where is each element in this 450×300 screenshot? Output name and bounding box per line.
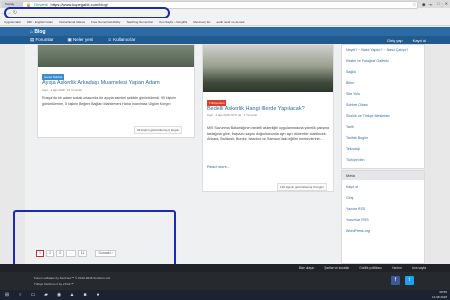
view-count: 136 kişinin görüntülemiş 0 bugün bbox=[277, 183, 327, 191]
post-title[interactable]: Ayışa Askerlik Arkadaşı Muamelesi Yapan … bbox=[42, 80, 192, 86]
site-logo-text: Blog bbox=[34, 29, 46, 35]
nav-members[interactable]: ☺ Kullanıcılar bbox=[107, 36, 135, 44]
header-auth-links: Giriş yap Kayıt ol bbox=[387, 38, 426, 43]
extension-icon[interactable]: ◐ bbox=[430, 2, 432, 7]
sidebar-link[interactable]: Neydi? ~ Nasıl Yapılır? ~ Nasıl Çalışır? bbox=[346, 48, 408, 52]
extension-icon[interactable]: ⬢ bbox=[422, 2, 426, 7]
header-nav-row: ▤ Forumlar ▣ Neler yeni ☺ Kullanıcılar bbox=[0, 36, 450, 44]
clock-date: 12.08.2018 bbox=[431, 294, 447, 299]
facebook-icon[interactable]: f bbox=[391, 276, 400, 285]
main-nav: ▤ Forumlar ▣ Neler yeni ☺ Kullanıcılar bbox=[30, 36, 135, 44]
post-card: Türkiye'den Bedelli Askerlik Hangi Iller… bbox=[202, 44, 334, 192]
meta-link[interactable]: Yazılar RSS bbox=[346, 207, 365, 211]
post-title[interactable]: Bedelli Askerlik Hangi Illerde Yapılacak… bbox=[207, 106, 329, 112]
sidebar-meta: Meta Kayıt ol Giriş Yazılar RSS Yorumlar… bbox=[341, 170, 425, 264]
nav-forums[interactable]: ▤ Forumlar bbox=[30, 36, 54, 44]
app-icon[interactable]: ▲ bbox=[68, 291, 76, 299]
menu-icon[interactable]: ⋮ bbox=[440, 2, 444, 7]
bookmark-item[interactable]: Instructional Videos bbox=[59, 20, 85, 24]
footer-link[interactable]: Ana sayfa bbox=[412, 264, 426, 272]
post-excerpt: Rusya'da bir adam sokak ortasında bir ay… bbox=[42, 96, 176, 106]
meta-link[interactable]: WordPress.org bbox=[346, 229, 370, 233]
nav-whats-new[interactable]: ▣ Neler yeni bbox=[68, 36, 94, 44]
nav-whats-new-label: Neler yeni bbox=[73, 37, 94, 42]
sidebar-link[interactable]: Sağlık bbox=[346, 70, 356, 74]
system-tray-clock[interactable]: 08:55 12.08.2018 bbox=[432, 290, 447, 299]
footer-credit: Türkçe XenForo 2 by eTürk™ bbox=[34, 282, 74, 286]
sidebar-link[interactable]: Site Yolu bbox=[346, 92, 360, 96]
bookmark-item[interactable]: Mevzuat | Ev bbox=[193, 20, 210, 24]
bookmark-star-icon[interactable]: ☆ bbox=[412, 2, 416, 8]
post-image[interactable] bbox=[203, 45, 333, 92]
post-meta: Ugur · 4 ağu 2018 · 10 Yorumlar bbox=[42, 88, 82, 92]
sidebar-link[interactable]: Tarih bbox=[346, 125, 354, 129]
nav-members-label: Kullanıcılar bbox=[113, 37, 136, 42]
sidebar-meta-title: Meta bbox=[342, 171, 424, 180]
os-taskbar: ⊞ ○ ▭ ▰ ◉ ▲ ■ ● 08:55 12.08.2018 bbox=[0, 290, 450, 300]
post-image[interactable] bbox=[38, 45, 194, 67]
login-link[interactable]: Giriş yap bbox=[387, 38, 403, 43]
bookmark-item[interactable]: Yeni Sayfa ~ DergiPa bbox=[159, 20, 188, 24]
bookmark-item[interactable]: Free Numerical Ability bbox=[91, 20, 120, 24]
bookmark-item[interactable]: Uygulamalar bbox=[4, 20, 21, 24]
bookmarks-bar: Uygulamalar WiF - English Gram Instructi… bbox=[0, 18, 450, 26]
meta-link[interactable]: Yorumlar RSS bbox=[346, 218, 369, 222]
footer-link[interactable]: Yardım bbox=[392, 264, 402, 272]
meta-link[interactable]: Kayıt ol bbox=[346, 185, 358, 189]
sidebar-link[interactable]: Türkiye'den bbox=[346, 158, 364, 162]
pagination-highlight-annotation bbox=[13, 210, 176, 268]
site-logo[interactable]: ⌂ Blog bbox=[30, 29, 46, 35]
sidebar-link[interactable]: Sözlük ve Türkçe Meslekler bbox=[346, 114, 390, 118]
task-view-icon[interactable]: ▭ bbox=[29, 291, 37, 299]
read-more-link[interactable]: Read more… bbox=[207, 164, 231, 169]
footer: Forum software by XenForo™ © 2010-2018 X… bbox=[0, 272, 450, 290]
twitter-icon[interactable]: t bbox=[405, 276, 414, 285]
app-icon[interactable]: ■ bbox=[81, 291, 89, 299]
footer-credit: Forum software by XenForo™ © 2010-2018 X… bbox=[34, 276, 111, 280]
nav-forums-label: Forumlar bbox=[35, 37, 54, 42]
close-button[interactable]: ✕ bbox=[445, 1, 448, 6]
post-card: Genel Sohbet Ayışa Askerlik Arkadaşı Mua… bbox=[37, 44, 195, 138]
file-explorer-icon[interactable]: ▰ bbox=[42, 291, 50, 299]
bookmark-item[interactable]: audit nedir ne demek bbox=[217, 20, 245, 24]
windows-start-icon[interactable]: ⊞ bbox=[3, 291, 11, 299]
sidebar-link[interactable]: Bilim bbox=[346, 81, 354, 85]
footer-link[interactable]: Şartlar ve kurallar bbox=[324, 264, 349, 272]
sidebar-link[interactable]: Teknoloji bbox=[346, 147, 360, 151]
bookmark-item[interactable]: WiF - English Gram bbox=[27, 20, 53, 24]
sidebar-categories: Neydi? ~ Nasıl Yapılır? ~ Nasıl Çalışır?… bbox=[341, 44, 425, 169]
browser-icon[interactable]: ◉ bbox=[55, 291, 63, 299]
search-icon[interactable]: ○ bbox=[16, 291, 24, 299]
meta-link[interactable]: Giriş bbox=[346, 196, 353, 200]
register-link[interactable]: Kayıt ol bbox=[413, 38, 426, 43]
footer-links: Bize ulaşın Şartlar ve kurallar Gizlilik… bbox=[299, 264, 426, 272]
header-top-row: ⌂ Blog bbox=[30, 29, 46, 35]
view-count: 39 kişinin görüntülemiş 0 bugün bbox=[134, 126, 183, 134]
footer-link-bar: Bize ulaşın Şartlar ve kurallar Gizlilik… bbox=[0, 264, 450, 272]
site-header: ⌂ Blog ▤ Forumlar ▣ Neler yeni ☺ Kullanı… bbox=[0, 27, 450, 44]
post-excerpt: MIS Savunma Bakanlığının bedelli askerli… bbox=[207, 126, 330, 141]
app-icon[interactable]: ● bbox=[94, 291, 102, 299]
sidebar-link[interactable]: Resim ve Fotoğraf Galerisi bbox=[346, 59, 389, 63]
bookmark-item[interactable]: Teaching Numerical bbox=[126, 20, 152, 24]
post-meta: Ugur · 4 ağu 2018 20:37 tar · 1 Yorumlar bbox=[207, 113, 258, 117]
footer-link[interactable]: Gizlilik politikası bbox=[359, 264, 382, 272]
sidebar: Neydi? ~ Nasıl Yapılır? ~ Nasıl Çalışır?… bbox=[341, 44, 425, 264]
sidebar-link[interactable]: Sohbet Odası bbox=[346, 103, 368, 107]
footer-link[interactable]: Bize ulaşın bbox=[299, 264, 315, 272]
sidebar-link[interactable]: Tarihte Bugün bbox=[346, 136, 368, 140]
